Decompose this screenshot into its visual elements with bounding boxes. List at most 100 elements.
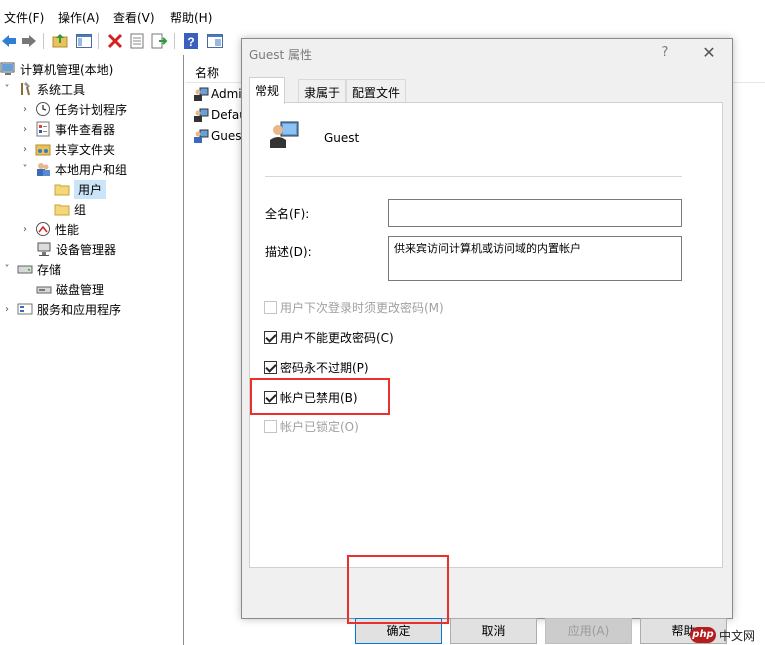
chevron-right-icon[interactable]: ›: [20, 104, 30, 115]
toolbar-separator: [43, 33, 44, 49]
checkbox-box[interactable]: [264, 331, 277, 344]
watermark: php 中文网: [690, 625, 755, 645]
console-icon[interactable]: [206, 32, 224, 50]
tab-label: 隶属于: [304, 86, 341, 100]
tab-panel-general: Guest 全名(F): 描述(D): 供来宾访问计算机或访问域的内置帐户 用户…: [249, 102, 723, 568]
must-change-password-checkbox[interactable]: 用户下次登录时须更改密码(M): [264, 299, 444, 316]
chevron-down-icon[interactable]: ˅: [20, 164, 30, 175]
tree-item-label: 服务和应用程序: [37, 302, 122, 317]
description-field[interactable]: 供来宾访问计算机或访问域的内置帐户: [388, 236, 682, 281]
tree-item-task-scheduler[interactable]: › 任务计划程序: [20, 99, 127, 119]
menu-file[interactable]: 文件(F): [4, 9, 44, 26]
export-icon[interactable]: [150, 32, 168, 50]
cannot-change-password-checkbox[interactable]: 用户不能更改密码(C): [264, 329, 394, 346]
tree-item-label: 系统工具: [37, 82, 86, 97]
toolbar-separator: [98, 33, 99, 49]
user-icon: [194, 108, 209, 122]
svg-text:?: ?: [187, 35, 194, 49]
list-item-label: Admi: [211, 87, 242, 101]
tree-item-computer-management[interactable]: 计算机管理(本地): [0, 59, 113, 79]
forward-arrow-icon[interactable]: [20, 32, 38, 50]
checkbox-label: 用户不能更改密码(C): [280, 331, 394, 345]
shared-folder-icon: [35, 144, 51, 156]
chevron-right-icon[interactable]: ›: [2, 304, 12, 315]
tree-item-label: 用户: [74, 179, 107, 199]
toolbar-separator: [174, 33, 175, 49]
tree-item-label: 组: [74, 202, 87, 217]
chevron-down-icon[interactable]: ˅: [2, 264, 12, 275]
user-name: Guest: [324, 131, 360, 145]
up-folder-icon[interactable]: [51, 32, 69, 50]
tree-item-label: 设备管理器: [56, 242, 117, 257]
tree-item-label: 计算机管理(本地): [20, 62, 114, 77]
device-manager-icon: [37, 242, 51, 256]
divider: [265, 176, 682, 177]
checkbox-box[interactable]: [264, 361, 277, 374]
console-tree: 计算机管理(本地) ˅ 系统工具 › 任务计划程序 › 事件查看器 › 共享文件…: [0, 55, 184, 645]
tree-item-local-users-groups[interactable]: ˅ 本地用户和组: [20, 159, 128, 179]
tree-item-event-viewer[interactable]: › 事件查看器: [20, 119, 115, 139]
tree-item-label: 磁盘管理: [56, 282, 105, 297]
dialog-title: Guest 属性: [249, 48, 313, 62]
help-icon[interactable]: ?: [655, 43, 675, 63]
toolbar: ?: [0, 30, 240, 52]
tree-item-storage[interactable]: ˅ 存储: [2, 259, 62, 279]
tree-item-label: 存储: [37, 262, 62, 277]
tree-item-label: 共享文件夹: [55, 142, 116, 157]
folder-icon: [54, 184, 70, 196]
services-icon: [17, 303, 33, 315]
highlight-ok-button: [347, 555, 449, 624]
show-hide-tree-icon[interactable]: [75, 32, 93, 50]
apply-button[interactable]: 应用(A): [545, 618, 632, 644]
tab-label: 常规: [255, 84, 280, 98]
watermark-text: 中文网: [719, 628, 756, 643]
tab-label: 配置文件: [352, 86, 401, 100]
fullname-field[interactable]: [388, 199, 682, 227]
menu-action[interactable]: 操作(A): [58, 9, 100, 26]
tree-item-shared-folders[interactable]: › 共享文件夹: [20, 139, 115, 159]
task-scheduler-icon: [36, 102, 50, 116]
tree-item-groups[interactable]: 组: [54, 199, 86, 219]
php-logo: php: [690, 627, 716, 643]
chevron-down-icon[interactable]: ˅: [2, 84, 12, 95]
tree-item-system-tools[interactable]: ˅ 系统工具: [2, 79, 85, 99]
password-never-expires-checkbox[interactable]: 密码永不过期(P): [264, 359, 369, 376]
tab-general[interactable]: 常规: [249, 77, 286, 104]
delete-icon[interactable]: [106, 32, 124, 50]
tree-item-users[interactable]: 用户: [54, 179, 107, 199]
account-locked-checkbox[interactable]: 帐户已锁定(O): [264, 418, 359, 435]
tab-profile[interactable]: 配置文件: [346, 79, 407, 102]
close-icon[interactable]: ✕: [698, 42, 720, 64]
tree-item-label: 任务计划程序: [55, 102, 128, 117]
menu-bar: 文件(F) 操作(A) 查看(V) 帮助(H): [0, 0, 765, 30]
tree-item-disk-management[interactable]: 磁盘管理: [36, 279, 104, 299]
checkbox-box[interactable]: [264, 301, 277, 314]
chevron-right-icon[interactable]: ›: [20, 224, 30, 235]
chevron-right-icon[interactable]: ›: [20, 144, 30, 155]
list-item[interactable]: Guest: [193, 126, 246, 146]
performance-icon: [36, 222, 50, 236]
chevron-right-icon[interactable]: ›: [20, 124, 30, 135]
folder-icon: [54, 204, 70, 216]
tree-item-device-manager[interactable]: 设备管理器: [36, 239, 116, 259]
storage-icon: [17, 265, 33, 274]
properties-icon[interactable]: [128, 32, 146, 50]
tools-icon: [21, 82, 30, 96]
tree-item-performance[interactable]: › 性能: [20, 219, 79, 239]
tab-member-of[interactable]: 隶属于: [298, 79, 347, 102]
disk-management-icon: [36, 286, 52, 294]
menu-view[interactable]: 查看(V): [113, 9, 155, 26]
list-item[interactable]: Defau: [193, 105, 247, 125]
list-item[interactable]: Admi: [193, 84, 242, 104]
event-viewer-icon: [36, 121, 50, 137]
tree-item-services-applications[interactable]: › 服务和应用程序: [2, 299, 121, 319]
menu-help[interactable]: 帮助(H): [170, 9, 212, 26]
tree-item-label: 性能: [55, 222, 80, 237]
back-arrow-icon[interactable]: [0, 32, 18, 50]
help-icon[interactable]: ?: [182, 32, 200, 50]
checkbox-box[interactable]: [264, 420, 277, 433]
cancel-button[interactable]: 取消: [450, 618, 537, 644]
checkbox-label: 密码永不过期(P): [280, 361, 369, 375]
user-icon: [270, 121, 299, 148]
fullname-label: 全名(F):: [265, 207, 310, 221]
